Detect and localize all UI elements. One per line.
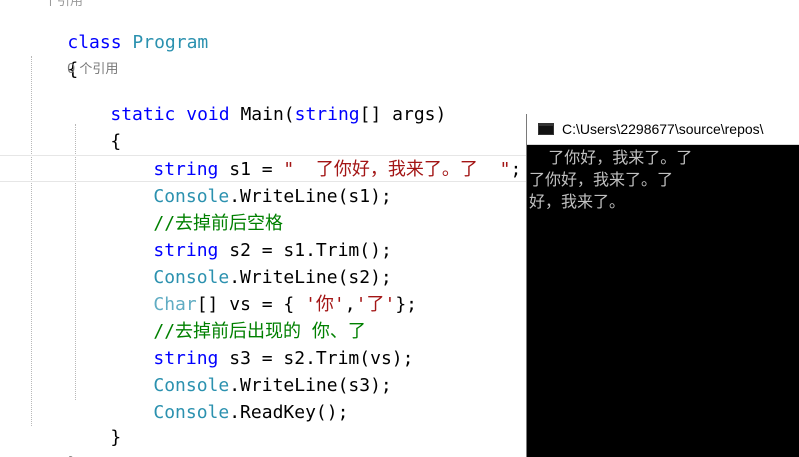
keyword-void: void [186,104,230,125]
console-output-area[interactable]: 了你好，我来了。了 了你好，我来了。了 好，我来了。 [527,145,799,457]
code-line-s2-declaration[interactable]: string s2 = s1.Trim(); [110,210,391,261]
code-line-s3-declaration[interactable]: string s3 = s2.Trim(vs); [110,318,413,369]
code-line-brace-close-inner[interactable]: } [67,397,121,448]
code-line-writeline-s3[interactable]: Console.WriteLine(s3); [110,345,391,396]
method-name: Main( [240,104,295,125]
console-output-line-2: 了你好，我来了。了 [529,170,674,189]
console-app-icon [538,123,554,135]
code-line-brace-open-inner[interactable]: { [67,101,121,152]
code-line-writeline-s2[interactable]: Console.WriteLine(s2); [110,237,391,288]
code-line-brace-open-outer[interactable]: { [24,29,78,80]
code-line-s1-declaration[interactable]: string s1 = " 了你好，我来了。了 "; [110,129,521,180]
console-titlebar[interactable]: C:\Users\2298677\source\repos\ [527,114,799,145]
console-title: C:\Users\2298677\source\repos\ [562,121,764,137]
brace-close-inner: } [110,427,122,448]
code-line-readkey[interactable]: Console.ReadKey(); [110,372,348,423]
code-line-class[interactable]: class Program [24,2,208,53]
code-line-brace-close-outer[interactable]: } [24,424,78,457]
char-array-end: }; [395,294,417,315]
keyword-string-param: string [294,104,360,125]
indent-guide-outer [31,56,32,426]
code-line-main-signature[interactable]: static void Main(string[] args) [67,74,446,125]
console-output-line-1: 了你好，我来了。了 [529,148,693,167]
readkey-call: .ReadKey(); [229,402,349,423]
code-line-char-array[interactable]: Char[] vs = { '你','了'}; [110,264,417,315]
code-line-comment-trim[interactable]: //去掉前后空格 [110,183,283,234]
class-name: Program [132,32,209,53]
console-window[interactable]: C:\Users\2298677\source\repos\ 了你好，我来了。了… [526,114,799,457]
semicolon: ; [510,159,522,180]
code-line-comment-trim-chars[interactable]: //去掉前后出现的 你、了 [110,291,366,342]
type-console: Console [153,402,230,423]
method-params: [] args) [359,104,447,125]
console-output-line-3: 好，我来了。 [529,192,626,211]
code-line-writeline-s1[interactable]: Console.WriteLine(s1); [110,156,391,207]
